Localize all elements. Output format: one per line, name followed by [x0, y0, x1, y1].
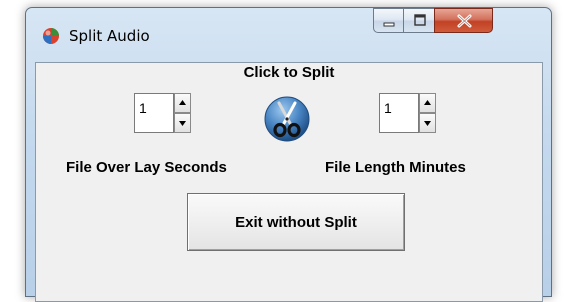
- maximize-icon: [414, 14, 426, 26]
- scissors-icon: [264, 96, 310, 142]
- overlay-seconds-input[interactable]: 1: [134, 93, 174, 133]
- overlay-seconds-up-button[interactable]: [174, 93, 191, 113]
- globe-app-icon: [43, 28, 59, 44]
- window-title: Split Audio: [69, 27, 150, 45]
- minimize-icon: [383, 22, 395, 27]
- exit-without-split-button[interactable]: Exit without Split: [187, 193, 405, 251]
- close-button[interactable]: [434, 8, 493, 33]
- overlay-seconds-label: File Over Lay Seconds: [66, 159, 227, 176]
- length-minutes-label: File Length Minutes: [325, 159, 466, 176]
- minimize-button[interactable]: [373, 8, 404, 33]
- down-arrow-icon: [179, 121, 186, 126]
- click-to-split-heading: Click to Split: [243, 64, 335, 81]
- split-audio-window: Split Audio Click to Split 1 1 File Over…: [25, 7, 552, 302]
- split-button[interactable]: [263, 95, 311, 143]
- length-minutes-up-button[interactable]: [419, 93, 436, 113]
- client-area: Click to Split 1 1 File Over Lay Seconds…: [35, 62, 543, 302]
- overlay-seconds-down-button[interactable]: [174, 113, 191, 133]
- up-arrow-icon: [179, 100, 186, 105]
- down-arrow-icon: [424, 121, 431, 126]
- length-minutes-down-button[interactable]: [419, 113, 436, 133]
- close-icon: [457, 14, 472, 28]
- title-bar[interactable]: Split Audio: [26, 8, 551, 54]
- up-arrow-icon: [424, 100, 431, 105]
- maximize-button[interactable]: [403, 8, 435, 33]
- length-minutes-input[interactable]: 1: [379, 93, 419, 133]
